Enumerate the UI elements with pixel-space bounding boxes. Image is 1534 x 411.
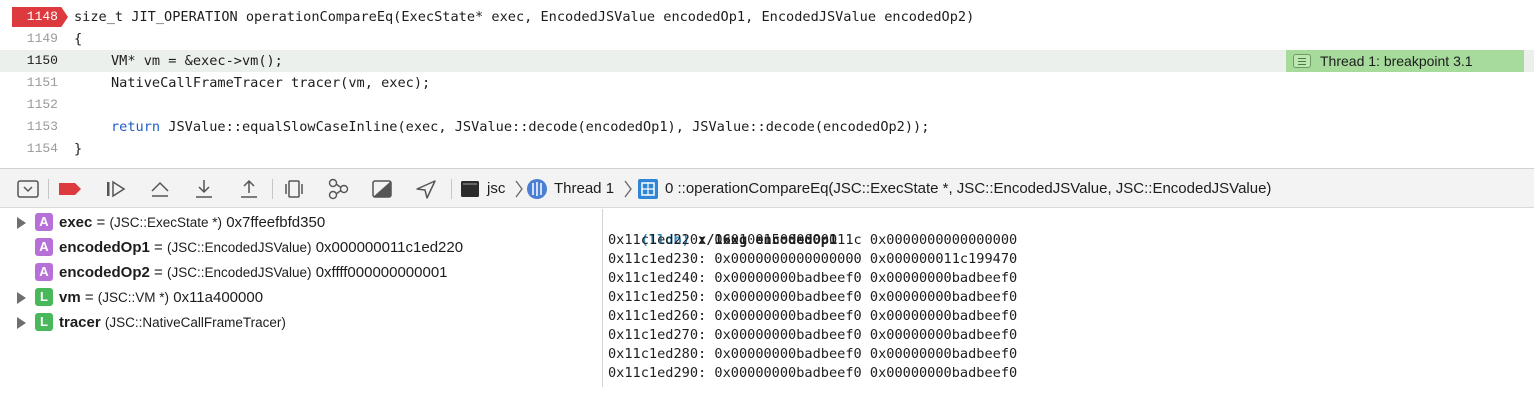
console-output-line[interactable]: 0x11c1ed220: 0x010015000000011c 0x000000… [608,231,1017,250]
console-output-line[interactable]: 0x11c1ed270: 0x00000000badbeef0 0x000000… [608,326,1017,345]
breadcrumb-frame[interactable]: 0 ::operationCompareEq(JSC::ExecState *,… [665,169,1271,209]
variable-eq: = [149,239,167,256]
line-number[interactable]: 1149 [0,28,58,50]
variable-type: (JSC::EncodedJSValue) [166,265,312,280]
console-command-line[interactable]: (lldb) x/16xg encodedOp1 [608,212,837,248]
terminal-target-icon [458,177,482,201]
disclosure-triangle-icon[interactable] [17,317,26,329]
environment-overrides-icon[interactable] [370,177,394,201]
lldb-console[interactable]: (lldb) x/16xg encodedOp1 0x11c1ed220: 0x… [608,209,1534,411]
variable-name: encodedOp1 [59,239,150,256]
console-output-line[interactable]: 0x11c1ed290: 0x00000000badbeef0 0x000000… [608,364,1017,383]
step-over-icon[interactable] [148,177,172,201]
code-text[interactable]: return JSValue::equalSlowCaseInline(exec… [111,116,929,138]
line-number[interactable]: 1153 [0,116,58,138]
variable-text: vm = (JSC::VM *) 0x11a400000 [59,285,263,310]
continue-icon[interactable] [104,177,128,201]
variable-value: 0x11a400000 [169,289,264,306]
code-text[interactable]: size_t JIT_OPERATION operationCompareEq(… [74,6,974,28]
code-line-1149[interactable]: 1149 { [0,28,1534,50]
source-editor[interactable]: 1148 size_t JIT_OPERATION operationCompa… [0,0,1534,167]
variable-type: (JSC::ExecState *) [109,215,223,230]
argument-badge: A [35,263,53,281]
disclosure-triangle-icon[interactable] [17,217,26,229]
breakpoint-annotation[interactable]: Thread 1: breakpoint 3.1 [1286,50,1524,72]
thread-icon [525,177,549,201]
view-hierarchy-icon[interactable] [282,177,306,201]
hide-debug-area-icon[interactable] [16,177,40,201]
variables-view[interactable]: A exec = (JSC::ExecState *) 0x7ffeefbfd3… [0,209,600,411]
variable-text: encodedOp2 = (JSC::EncodedJSValue) 0xfff… [59,260,448,285]
code-line-1148[interactable]: 1148 size_t JIT_OPERATION operationCompa… [0,6,1534,28]
line-number[interactable]: 1150 [0,50,58,72]
toolbar-separator [48,179,49,199]
variable-type: (JSC::NativeCallFrameTracer) [104,315,286,330]
step-out-icon[interactable] [237,177,261,201]
console-output-line[interactable]: 0x11c1ed240: 0x00000000badbeef0 0x000000… [608,269,1017,288]
variable-row-encodedop2[interactable]: A encodedOp2 = (JSC::EncodedJSValue) 0xf… [0,260,600,285]
variable-value: 0xffff000000000001 [311,264,448,281]
code-line-1151[interactable]: 1151 NativeCallFrameTracer tracer(vm, ex… [0,72,1534,94]
variable-name: exec [59,214,93,231]
variable-type: (JSC::VM *) [97,290,170,305]
variable-text: tracer (JSC::NativeCallFrameTracer) [59,310,286,335]
console-output-line[interactable]: 0x11c1ed250: 0x00000000badbeef0 0x000000… [608,288,1017,307]
toolbar-separator [451,179,452,199]
local-badge: L [35,313,53,331]
keyword-return: return [111,119,161,135]
chevron-right-icon [515,180,523,198]
code-line-1153[interactable]: 1153 return JSValue::equalSlowCaseInline… [0,116,1534,138]
code-text[interactable]: VM* vm = &exec->vm(); [111,50,283,72]
step-into-icon[interactable] [192,177,216,201]
line-number[interactable]: 1154 [0,138,58,160]
variable-row-exec[interactable]: A exec = (JSC::ExecState *) 0x7ffeefbfd3… [0,210,600,235]
variable-name: encodedOp2 [59,264,150,281]
argument-badge: A [35,213,53,231]
annotation-text: Thread 1: breakpoint 3.1 [1320,53,1473,69]
variable-eq: = [80,289,98,306]
code-line-1154[interactable]: 1154 } [0,138,1534,160]
code-text[interactable]: { [74,28,82,50]
variable-value: 0x7ffeefbfd350 [222,214,326,231]
variable-text: exec = (JSC::ExecState *) 0x7ffeefbfd350 [59,210,325,235]
breadcrumb-thread[interactable]: Thread 1 [554,169,614,209]
chevron-right-icon [624,180,632,198]
line-number[interactable]: 1152 [0,94,58,116]
console-output-line[interactable]: 0x11c1ed230: 0x0000000000000000 0x000000… [608,250,1017,269]
code-text[interactable]: } [74,138,82,160]
breakpoint-marker[interactable]: 1148 [12,7,68,27]
toolbar-separator [272,179,273,199]
console-output-line[interactable]: 0x11c1ed260: 0x00000000badbeef0 0x000000… [608,307,1017,326]
variable-row-tracer[interactable]: L tracer (JSC::NativeCallFrameTracer) [0,310,600,335]
disclosure-triangle-icon[interactable] [17,292,26,304]
variable-text: encodedOp1 = (JSC::EncodedJSValue) 0x000… [59,235,463,260]
stack-frame-icon [636,177,660,201]
code-rest: JSValue::equalSlowCaseInline(exec, JSVal… [160,119,930,135]
line-number[interactable]: 1151 [0,72,58,94]
code-line-1152[interactable]: 1152 [0,94,1534,116]
variable-name: tracer [59,314,101,331]
variable-value: 0x000000011c1ed220 [311,239,464,256]
line-number: 1148 [26,9,58,24]
local-badge: L [35,288,53,306]
variable-type: (JSC::EncodedJSValue) [166,240,312,255]
argument-badge: A [35,238,53,256]
code-text[interactable]: NativeCallFrameTracer tracer(vm, exec); [111,72,430,94]
memory-graph-icon[interactable] [326,177,350,201]
variable-name: vm [59,289,81,306]
variable-row-vm[interactable]: L vm = (JSC::VM *) 0x11a400000 [0,285,600,310]
annotation-list-icon [1293,54,1311,68]
variable-eq: = [149,264,167,281]
debug-bar: jsc Thread 1 0 ::operationCompareEq(JSC:… [0,168,1534,208]
variable-eq: = [92,214,110,231]
simulate-location-icon[interactable] [414,177,438,201]
console-output-line[interactable]: 0x11c1ed280: 0x00000000badbeef0 0x000000… [608,345,1017,364]
pane-divider[interactable] [602,209,603,387]
variable-row-encodedop1[interactable]: A encodedOp1 = (JSC::EncodedJSValue) 0x0… [0,235,600,260]
breadcrumb-target[interactable]: jsc [487,169,505,209]
breakpoints-toggle-icon[interactable] [58,177,82,201]
